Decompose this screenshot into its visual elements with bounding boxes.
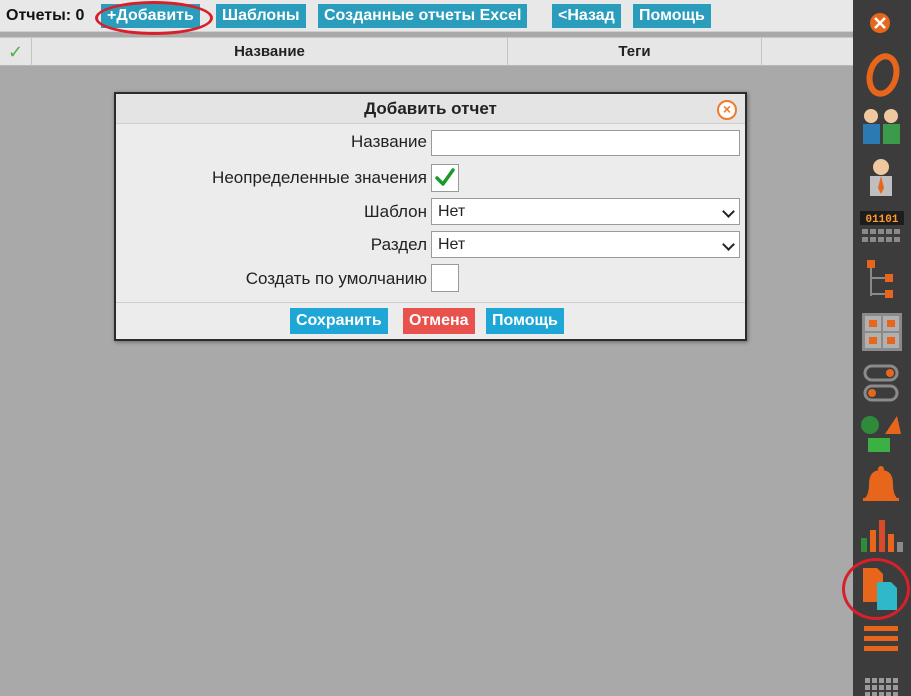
name-label: Название [351, 132, 427, 151]
template-select[interactable]: Нет [431, 198, 740, 225]
save-button[interactable]: Сохранить [290, 308, 388, 334]
column-header-name[interactable]: Название [32, 38, 508, 66]
svg-text:01101: 01101 [865, 214, 898, 226]
create-default-label: Создать по умолчанию [245, 269, 427, 288]
section-label: Раздел [370, 235, 427, 254]
users-group-icon[interactable] [853, 104, 911, 148]
menu-lines-icon[interactable] [853, 624, 911, 654]
dialog-title: Добавить отчет [116, 94, 745, 124]
table-header: ✓ Название Теги [0, 37, 853, 66]
reports-document-icon[interactable] [853, 566, 911, 612]
undefined-values-checkbox[interactable] [431, 164, 459, 192]
template-select-value: Нет [438, 203, 466, 220]
cancel-button[interactable]: Отмена [403, 308, 475, 334]
section-select[interactable]: Нет [431, 231, 740, 258]
user-icon[interactable] [853, 156, 911, 200]
templates-button[interactable]: Шаблоны [216, 4, 306, 28]
name-input[interactable] [431, 130, 740, 156]
checkmark-icon [435, 168, 455, 186]
grid-blocks-icon[interactable] [853, 312, 911, 352]
shapes-icon[interactable] [853, 414, 911, 454]
excel-reports-button[interactable]: Созданные отчеты Excel [318, 4, 528, 28]
template-label: Шаблон [364, 202, 427, 221]
create-default-checkbox[interactable] [431, 264, 459, 292]
bar-chart-icon[interactable] [853, 516, 911, 554]
close-icon[interactable]: × [717, 100, 737, 120]
tree-structure-icon[interactable] [853, 258, 911, 300]
chevron-down-icon [722, 205, 735, 218]
add-report-button[interactable]: +Добавить [101, 4, 200, 28]
binary-counter-icon[interactable]: 01101 [853, 210, 911, 250]
chevron-down-icon [722, 238, 735, 251]
dialog-divider [116, 302, 745, 303]
toolbar: Отчеты: 0 +Добавить Шаблоны Созданные от… [0, 0, 853, 32]
reports-count-label: Отчеты: 0 [6, 7, 85, 24]
select-all-check-icon[interactable]: ✓ [0, 38, 32, 66]
column-header-empty [762, 38, 853, 66]
right-sidebar: 01101 [853, 0, 911, 696]
dialog-help-button[interactable]: Помощь [486, 308, 564, 334]
add-report-dialog: Добавить отчет × Название Неопределенные… [114, 92, 747, 341]
close-icon[interactable] [853, 10, 911, 36]
undefined-values-label: Неопределенные значения [212, 168, 427, 187]
o-logo-icon[interactable] [853, 52, 911, 98]
calendar-grid-icon[interactable] [853, 674, 911, 696]
section-select-value: Нет [438, 236, 466, 253]
help-button[interactable]: Помощь [633, 4, 711, 28]
column-header-tags[interactable]: Теги [508, 38, 762, 66]
toggle-switch-icon[interactable] [853, 362, 911, 404]
bell-icon[interactable] [853, 464, 911, 504]
back-button[interactable]: <Назад [552, 4, 621, 28]
